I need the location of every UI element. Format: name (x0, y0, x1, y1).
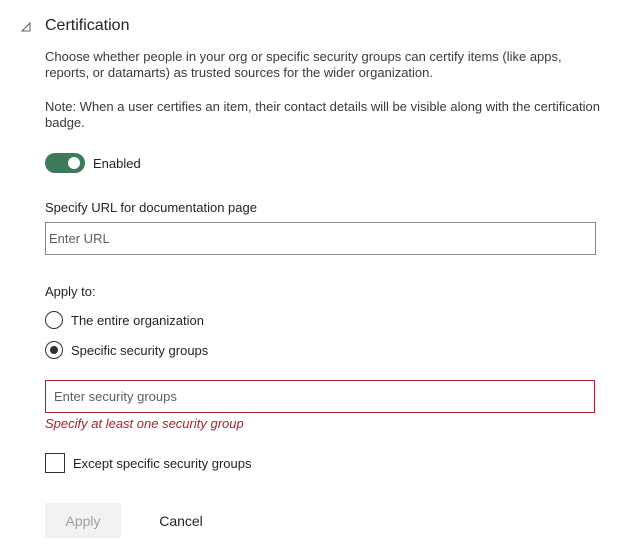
section-title: Certification (45, 17, 130, 34)
radio-button-checked[interactable] (45, 341, 63, 359)
radio-entire-organization[interactable]: The entire organization (45, 310, 204, 330)
security-groups-error: Specify at least one security group (45, 416, 244, 431)
security-groups-input[interactable] (45, 380, 595, 413)
enabled-toggle-row: Enabled (45, 153, 141, 173)
enabled-toggle-label: Enabled (93, 155, 141, 171)
toggle-knob (68, 157, 80, 169)
documentation-url-input[interactable] (45, 222, 596, 255)
collapse-triangle-icon[interactable] (20, 20, 32, 32)
radio-specific-security-groups[interactable]: Specific security groups (45, 340, 208, 360)
certification-note: Note: When a user certifies an item, the… (45, 99, 600, 130)
cancel-button[interactable]: Cancel (141, 503, 221, 538)
enabled-toggle[interactable] (45, 153, 85, 173)
radio-label-entire-organization: The entire organization (71, 312, 204, 328)
apply-to-label: Apply to: (45, 284, 96, 299)
except-groups-checkbox-label: Except specific security groups (73, 455, 252, 471)
url-field-label: Specify URL for documentation page (45, 200, 257, 215)
radio-label-specific-security-groups: Specific security groups (71, 342, 209, 358)
radio-button-unchecked[interactable] (45, 311, 63, 329)
except-groups-checkbox[interactable] (45, 453, 65, 473)
section-description: Choose whether people in your org or spe… (45, 49, 562, 80)
except-groups-checkbox-row[interactable]: Except specific security groups (45, 453, 251, 473)
section-header[interactable]: Certification (20, 14, 129, 38)
apply-button[interactable]: Apply (45, 503, 121, 538)
